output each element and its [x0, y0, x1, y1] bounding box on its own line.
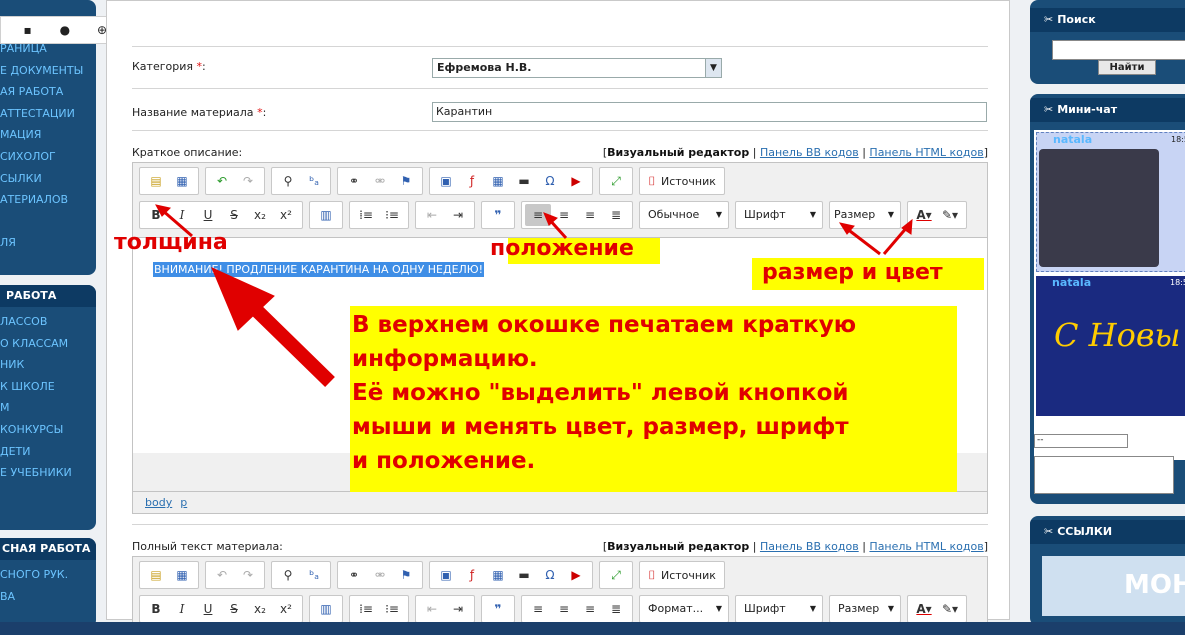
- chat-message: natala 18:52 С Новы: [1036, 276, 1185, 416]
- chat-message: natala 18:57: [1036, 132, 1185, 272]
- chat-select[interactable]: --: [1034, 434, 1128, 448]
- chat-message-input[interactable]: [1034, 456, 1174, 494]
- chat-header: ✂ Мини-чат: [1030, 98, 1185, 122]
- chat-image-text: С Новы: [1054, 316, 1181, 354]
- links-banner[interactable]: МОН: [1042, 556, 1185, 616]
- os-taskbar: [0, 622, 1185, 635]
- search-title: Поиск: [1057, 13, 1096, 26]
- search-panel: ✂ Поиск Найти: [1030, 0, 1185, 84]
- panel-icon: ✂: [1044, 525, 1054, 538]
- banner-text: МОН: [1124, 570, 1185, 600]
- chat-messages: natala 18:57 natala 18:52 С Новы: [1034, 130, 1185, 460]
- links-header: ✂ ССЫЛКИ: [1030, 520, 1185, 544]
- arrow-size: [845, 226, 881, 256]
- panel-icon: ✂: [1044, 13, 1054, 26]
- links-panel: ✂ ССЫЛКИ МОН: [1030, 516, 1185, 626]
- arrow-main: [241, 294, 335, 388]
- arrow-head: [543, 212, 558, 226]
- chat-title: Мини-чат: [1057, 103, 1118, 116]
- chat-time: 18:57: [1171, 135, 1185, 144]
- panel-icon: ✂: [1044, 103, 1054, 116]
- arrow-thickness: [161, 208, 193, 238]
- search-button[interactable]: Найти: [1098, 60, 1156, 75]
- annotation-arrows: [155, 204, 913, 388]
- chat-time: 18:52: [1170, 278, 1185, 287]
- chat-username[interactable]: natala: [1053, 133, 1092, 146]
- mini-chat-panel: ✂Мини-чат natala 18:57 natala 18:52 С Но…: [1030, 94, 1185, 504]
- search-header: ✂ Поиск: [1030, 8, 1185, 32]
- chat-username[interactable]: natala: [1052, 276, 1091, 289]
- links-title: ССЫЛКИ: [1057, 525, 1113, 538]
- search-input[interactable]: [1052, 40, 1185, 60]
- chat-image-snowglobe: [1039, 149, 1159, 267]
